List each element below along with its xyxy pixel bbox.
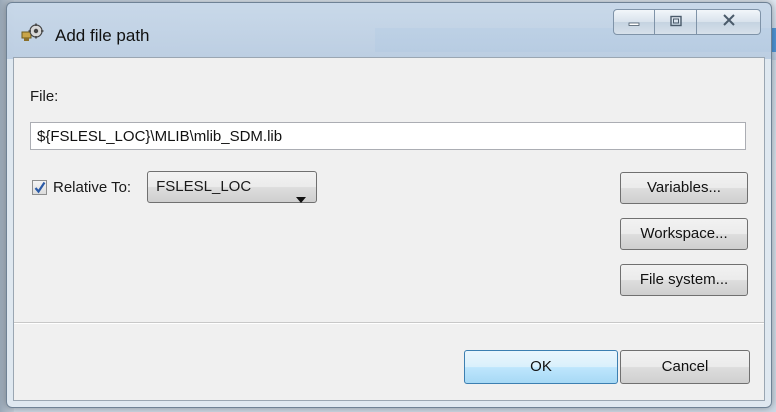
ok-button[interactable]: OK (464, 350, 618, 384)
title-bar[interactable]: Add file path (7, 3, 771, 57)
file-system-button[interactable]: File system... (620, 264, 748, 296)
checkmark-icon (34, 181, 46, 193)
window-controls (613, 9, 761, 37)
add-file-path-dialog: Add file path File: ${FSLESL_LOC}\MLIB\m… (6, 2, 772, 408)
minimize-button[interactable] (613, 9, 655, 35)
workspace-button[interactable]: Workspace... (620, 218, 748, 250)
button-bar-separator (14, 322, 764, 324)
close-button[interactable] (697, 9, 761, 35)
eclipse-gear-icon (21, 23, 45, 43)
relative-to-label[interactable]: Relative To: (53, 179, 131, 196)
window-title: Add file path (55, 26, 150, 45)
relative-to-row: Relative To: FSLESL_LOC (32, 170, 318, 204)
relative-to-select[interactable]: FSLESL_LOC (147, 171, 318, 203)
maximize-button[interactable] (655, 9, 697, 35)
file-path-input[interactable] (30, 122, 746, 150)
minimize-icon (627, 14, 641, 31)
relative-to-checkbox[interactable] (32, 179, 47, 195)
close-icon (721, 13, 737, 31)
desktop-background: Add file path File: ${FSLESL_LOC}\MLIB\m… (0, 0, 776, 412)
cancel-button[interactable]: Cancel (620, 350, 750, 384)
file-label: File: (30, 88, 59, 105)
dropdown-arrow-icon (296, 184, 307, 214)
relative-to-selected-value: FSLESL_LOC (156, 178, 252, 195)
dialog-content: File: Relative To: FSLESL_LOC Variables.… (13, 57, 765, 401)
maximize-icon (669, 14, 683, 31)
variables-button[interactable]: Variables... (620, 172, 748, 204)
